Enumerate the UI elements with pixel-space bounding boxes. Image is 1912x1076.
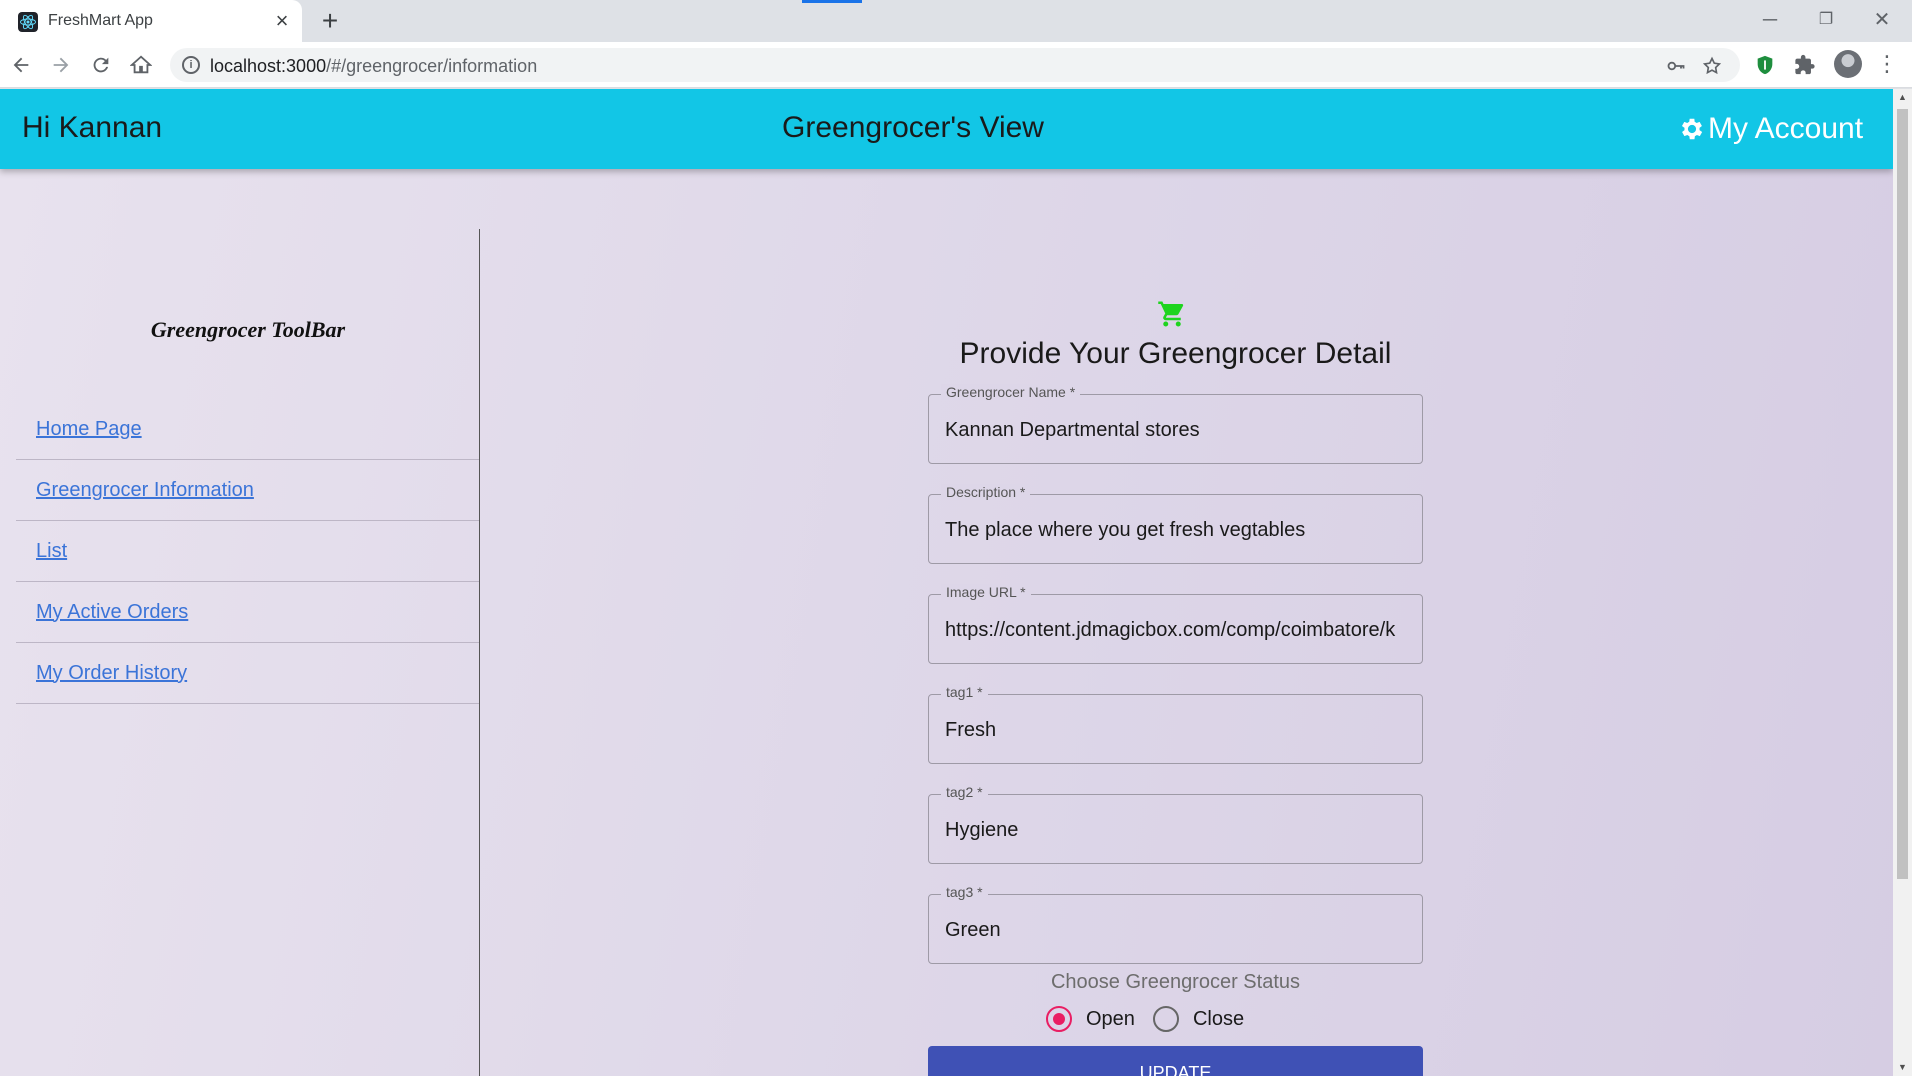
home-page-link[interactable]: Home Page [36, 418, 142, 441]
tab-title: FreshMart App [48, 12, 153, 29]
description-label: Description * [941, 484, 1031, 500]
site-info-icon[interactable]: i [182, 56, 200, 74]
bookmark-star-icon[interactable] [1700, 54, 1724, 78]
list-link[interactable]: List [36, 540, 67, 563]
sidebar: Greengrocer ToolBar Home Page Greengroce… [16, 229, 480, 1076]
scrollbar-thumb[interactable] [1897, 109, 1908, 879]
greengrocer-name-label: Greengrocer Name * [941, 384, 1081, 400]
tag3-input[interactable] [945, 913, 1409, 947]
window-close-icon[interactable]: ✕ [1862, 6, 1902, 34]
minimize-icon[interactable]: ─ [1750, 6, 1790, 34]
tag2-input[interactable] [945, 813, 1409, 847]
url-host: localhost:3000 [210, 56, 327, 76]
new-tab-icon[interactable]: + [316, 7, 344, 35]
reload-icon[interactable] [86, 50, 116, 80]
my-account-button[interactable]: My Account [1678, 109, 1863, 149]
sidebar-title: Greengrocer ToolBar [150, 317, 346, 342]
browser-tab[interactable]: FreshMart App × [0, 0, 302, 42]
browser-menu-icon[interactable]: ⋮ [1876, 50, 1898, 78]
status-open-label: Open [1086, 1007, 1135, 1030]
page-title: Greengrocer's View [782, 111, 1044, 144]
address-bar[interactable]: i localhost:3000/#/greengrocer/informati… [170, 48, 1740, 82]
tag2-label: tag2 * [941, 784, 988, 800]
account-label: My Account [1708, 112, 1864, 145]
back-icon[interactable] [6, 50, 36, 80]
status-open-radio[interactable]: Open [1046, 1006, 1135, 1032]
shopping-cart-icon [1158, 301, 1184, 327]
browser-toolbar: i localhost:3000/#/greengrocer/informati… [0, 42, 1912, 88]
page-scrollbar[interactable]: ▲ ▼ [1893, 89, 1912, 1076]
tag3-field: tag3 * [928, 884, 1423, 964]
shield-extension-icon[interactable] [1752, 52, 1778, 78]
radio-unchecked-icon[interactable] [1152, 1006, 1179, 1032]
greengrocer-information-link[interactable]: Greengrocer Information [36, 479, 254, 502]
home-icon[interactable] [126, 50, 156, 80]
url-text[interactable]: localhost:3000/#/greengrocer/information [210, 56, 537, 77]
app-header: Hi Kannan Greengrocer's View My Account [0, 89, 1893, 169]
image-url-input[interactable] [945, 613, 1409, 647]
image-url-field: Image URL * [928, 584, 1423, 664]
scroll-down-icon[interactable]: ▼ [1897, 1061, 1908, 1073]
browser-tabstrip: FreshMart App × + ─ ❐ ✕ [0, 0, 1912, 42]
description-input[interactable] [945, 513, 1409, 547]
greengrocer-name-field: Greengrocer Name * [928, 384, 1423, 464]
tab-close-icon[interactable]: × [270, 9, 294, 33]
status-close-radio[interactable]: Close [1152, 1006, 1245, 1032]
tag3-label: tag3 * [941, 884, 988, 900]
active-orders-link[interactable]: My Active Orders [36, 601, 188, 624]
sidebar-nav: Home Page Greengrocer Information List M… [16, 399, 479, 704]
status-radio-group: Open Close [1046, 1006, 1262, 1032]
scroll-up-icon[interactable]: ▲ [1897, 91, 1908, 103]
sidebar-item-home: Home Page [16, 399, 479, 460]
order-history-link[interactable]: My Order History [36, 662, 187, 685]
forward-icon[interactable] [46, 50, 76, 80]
react-logo-icon [18, 12, 38, 32]
page-viewport: Hi Kannan Greengrocer's View My Account … [0, 89, 1893, 1076]
sidebar-item-list: List [16, 521, 479, 582]
description-field: Description * [928, 484, 1423, 564]
tag2-field: tag2 * [928, 784, 1423, 864]
extensions-puzzle-icon[interactable] [1792, 52, 1818, 78]
url-path: /#/greengrocer/information [326, 56, 538, 76]
sidebar-item-information: Greengrocer Information [16, 460, 479, 521]
key-icon[interactable] [1664, 54, 1688, 78]
gear-icon [1681, 118, 1703, 140]
tag1-label: tag1 * [941, 684, 988, 700]
status-close-label: Close [1192, 1007, 1245, 1030]
restore-icon[interactable]: ❐ [1806, 6, 1846, 34]
image-url-label: Image URL * [941, 584, 1031, 600]
sidebar-item-active-orders: My Active Orders [16, 582, 479, 643]
tab-drag-indicator [802, 0, 862, 3]
status-label: Choose Greengrocer Status [1050, 971, 1301, 993]
radio-checked-icon[interactable] [1046, 1006, 1072, 1032]
tag1-input[interactable] [945, 713, 1409, 747]
form-title: Provide Your Greengrocer Detail [959, 337, 1392, 370]
update-button[interactable]: UPDATE [928, 1046, 1423, 1076]
sidebar-item-order-history: My Order History [16, 643, 479, 704]
greengrocer-name-input[interactable] [945, 413, 1409, 447]
tag1-field: tag1 * [928, 684, 1423, 764]
profile-avatar[interactable] [1834, 50, 1862, 78]
